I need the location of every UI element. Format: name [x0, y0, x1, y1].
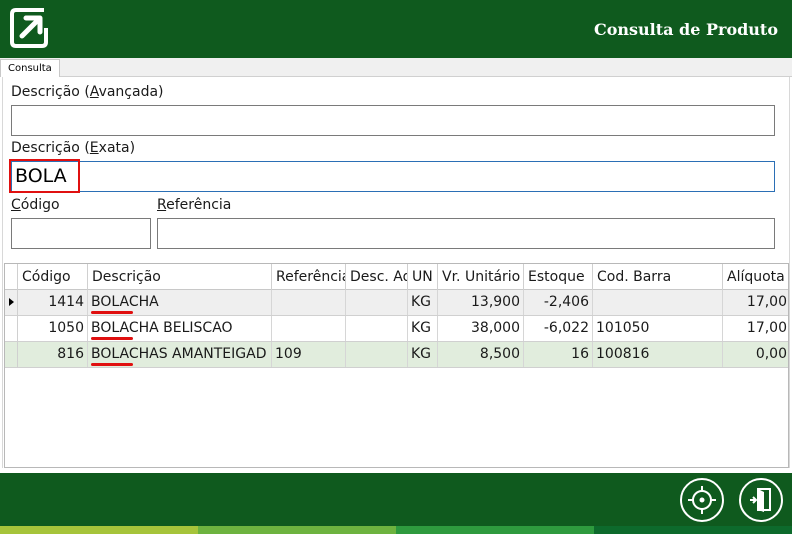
desc-exata-input[interactable]: BOLA	[11, 161, 775, 192]
cell-estoque: 16	[524, 342, 593, 367]
target-icon	[688, 486, 716, 514]
col-referencia[interactable]: Referência	[272, 264, 346, 290]
current-row-arrow-icon	[9, 298, 14, 306]
row-indicator	[5, 342, 18, 367]
col-descricao[interactable]: Descrição	[88, 264, 272, 290]
cell-vr-unitario: 8,500	[438, 342, 524, 367]
exit-door-icon	[750, 488, 771, 512]
desc-avancada-input[interactable]	[11, 105, 775, 136]
cell-codigo: 1414	[18, 290, 88, 315]
exit-button[interactable]	[739, 478, 783, 522]
col-vr-unitario[interactable]: Vr. Unitário	[438, 264, 524, 290]
cell-cod-barra: 100816	[593, 342, 723, 367]
search-term-highlight	[9, 159, 80, 193]
codigo-label: Código	[11, 197, 60, 213]
col-un[interactable]: UN	[408, 264, 438, 290]
footer-bar	[0, 473, 792, 526]
footer-stripes	[0, 526, 792, 534]
product-grid[interactable]: Código Descrição Referência Desc. Ad UN …	[4, 263, 789, 468]
cell-un: KG	[408, 342, 438, 367]
stripe	[0, 526, 198, 534]
stripe	[396, 526, 594, 534]
cell-desc-ad	[346, 342, 408, 367]
cell-aliquota: 0,00	[755, 346, 787, 362]
cell-referencia	[272, 316, 346, 341]
tab-consulta[interactable]: Consulta	[0, 59, 60, 77]
cell-un: KG	[408, 290, 438, 315]
cell-desc-ad	[346, 290, 408, 315]
grid-corner	[5, 264, 18, 290]
cell-estoque: -6,022	[524, 316, 593, 341]
tab-strip: Consulta	[0, 58, 792, 77]
arrow-box-icon	[10, 8, 48, 48]
cell-aliquota: 17,00	[746, 294, 787, 310]
cell-referencia: 109	[272, 342, 346, 367]
col-codigo[interactable]: Código	[18, 264, 88, 290]
match-underline	[91, 311, 133, 314]
cell-cod-barra: 101050	[593, 316, 723, 341]
cell-cod-barra	[593, 290, 723, 315]
col-desc-ad[interactable]: Desc. Ad	[346, 264, 408, 290]
cell-vr-unitario: 13,900	[438, 290, 524, 315]
cell-codigo: 816	[18, 342, 88, 367]
match-underline	[91, 363, 133, 366]
referencia-label: Referência	[157, 197, 232, 213]
app-header: Consulta de Produto	[0, 0, 792, 58]
referencia-input[interactable]	[157, 218, 775, 249]
match-underline	[91, 337, 133, 340]
grid-header: Código Descrição Referência Desc. Ad UN …	[5, 264, 788, 290]
col-estoque[interactable]: Estoque	[524, 264, 593, 290]
col-aliquota[interactable]: Alíquota	[723, 264, 788, 290]
col-cod-barra[interactable]: Cod. Barra	[593, 264, 723, 290]
cell-aliquota: 17,00	[746, 320, 787, 336]
cell-vr-unitario: 38,000	[438, 316, 524, 341]
desc-avancada-label: Descrição (Avançada)	[11, 84, 164, 100]
cell-referencia	[272, 290, 346, 315]
stripe	[198, 526, 396, 534]
row-indicator	[5, 316, 18, 341]
window-title: Consulta de Produto	[593, 20, 778, 39]
desc-exata-label: Descrição (Exata)	[11, 140, 136, 156]
cell-codigo: 1050	[18, 316, 88, 341]
locate-button[interactable]	[680, 478, 724, 522]
codigo-input[interactable]	[11, 218, 151, 249]
cell-estoque: -2,406	[524, 290, 593, 315]
row-indicator	[5, 290, 18, 315]
stripe	[594, 526, 792, 534]
cell-desc-ad	[346, 316, 408, 341]
cell-un: KG	[408, 316, 438, 341]
